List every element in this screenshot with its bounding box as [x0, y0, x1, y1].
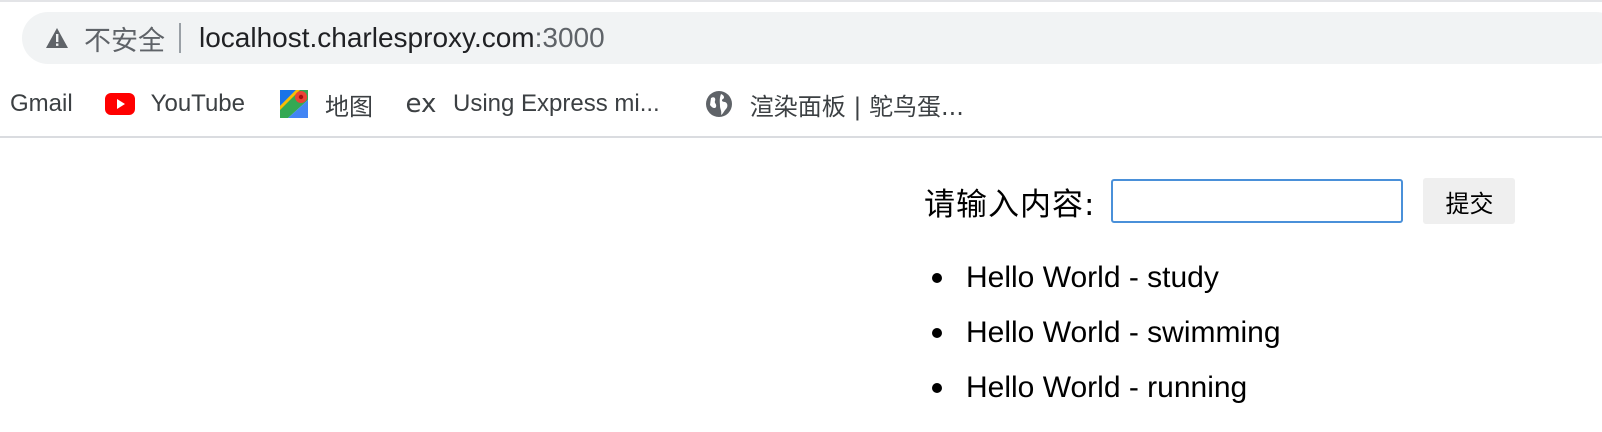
- bookmark-express[interactable]: ex Using Express mi...: [405, 84, 660, 124]
- bookmark-gmail[interactable]: Gmail: [10, 84, 73, 124]
- input-form: 请输入内容: 提交: [924, 178, 1516, 224]
- youtube-icon: [104, 89, 135, 119]
- bookmark-label: 地图: [324, 92, 373, 121]
- bookmark-maps[interactable]: 地图: [279, 84, 373, 124]
- express-icon: ex: [405, 89, 437, 119]
- tab-edge-left: [0, 0, 600, 2]
- list-item-text: Hello World - running: [966, 370, 1248, 404]
- bookmark-render-panel[interactable]: 渲染面板 | 鸵鸟蛋...: [704, 84, 964, 124]
- bookmark-label: Using Express mi...: [452, 90, 660, 117]
- url-host: localhost.charlesproxy.com: [199, 22, 535, 53]
- bookmark-label: YouTube: [150, 90, 245, 117]
- bullet-icon: [932, 382, 942, 393]
- list-item-text: Hello World - study: [966, 260, 1219, 294]
- input-label: 请输入内容:: [924, 186, 1096, 223]
- list-item: Hello World - study: [932, 250, 1281, 305]
- list-item: Hello World - swimming: [932, 305, 1281, 360]
- list-item-text: Hello World - swimming: [966, 315, 1281, 349]
- bookmarks-bar: Gmail YouTube 地图 ex Using Express mi...: [0, 80, 1602, 128]
- tab-edge-right: [598, 0, 1602, 2]
- bullet-icon: [932, 327, 942, 338]
- bullet-icon: [932, 272, 942, 283]
- bookmark-label: Gmail: [10, 90, 73, 117]
- address-bar[interactable]: 不安全 localhost.charlesproxy.com:3000: [22, 12, 1602, 64]
- list-item: Hello World - running: [932, 360, 1281, 415]
- security-status-label[interactable]: 不安全: [84, 19, 165, 58]
- url-port: :3000: [534, 22, 605, 53]
- item-list: Hello World - study Hello World - swimmi…: [932, 250, 1281, 415]
- bookmark-youtube[interactable]: YouTube: [104, 84, 245, 124]
- omnibox-divider: [179, 23, 181, 53]
- tab-strip: [0, 0, 1602, 6]
- url-text[interactable]: localhost.charlesproxy.com:3000: [199, 22, 605, 54]
- maps-icon: [279, 89, 309, 119]
- submit-button[interactable]: 提交: [1423, 178, 1516, 224]
- globe-icon: [704, 89, 734, 119]
- warning-icon[interactable]: [44, 25, 70, 51]
- page-content: 请输入内容: 提交 Hello World - study Hello Worl…: [0, 138, 1602, 432]
- bookmark-label: 渲染面板 | 鸵鸟蛋...: [749, 92, 964, 121]
- content-input[interactable]: [1111, 179, 1404, 223]
